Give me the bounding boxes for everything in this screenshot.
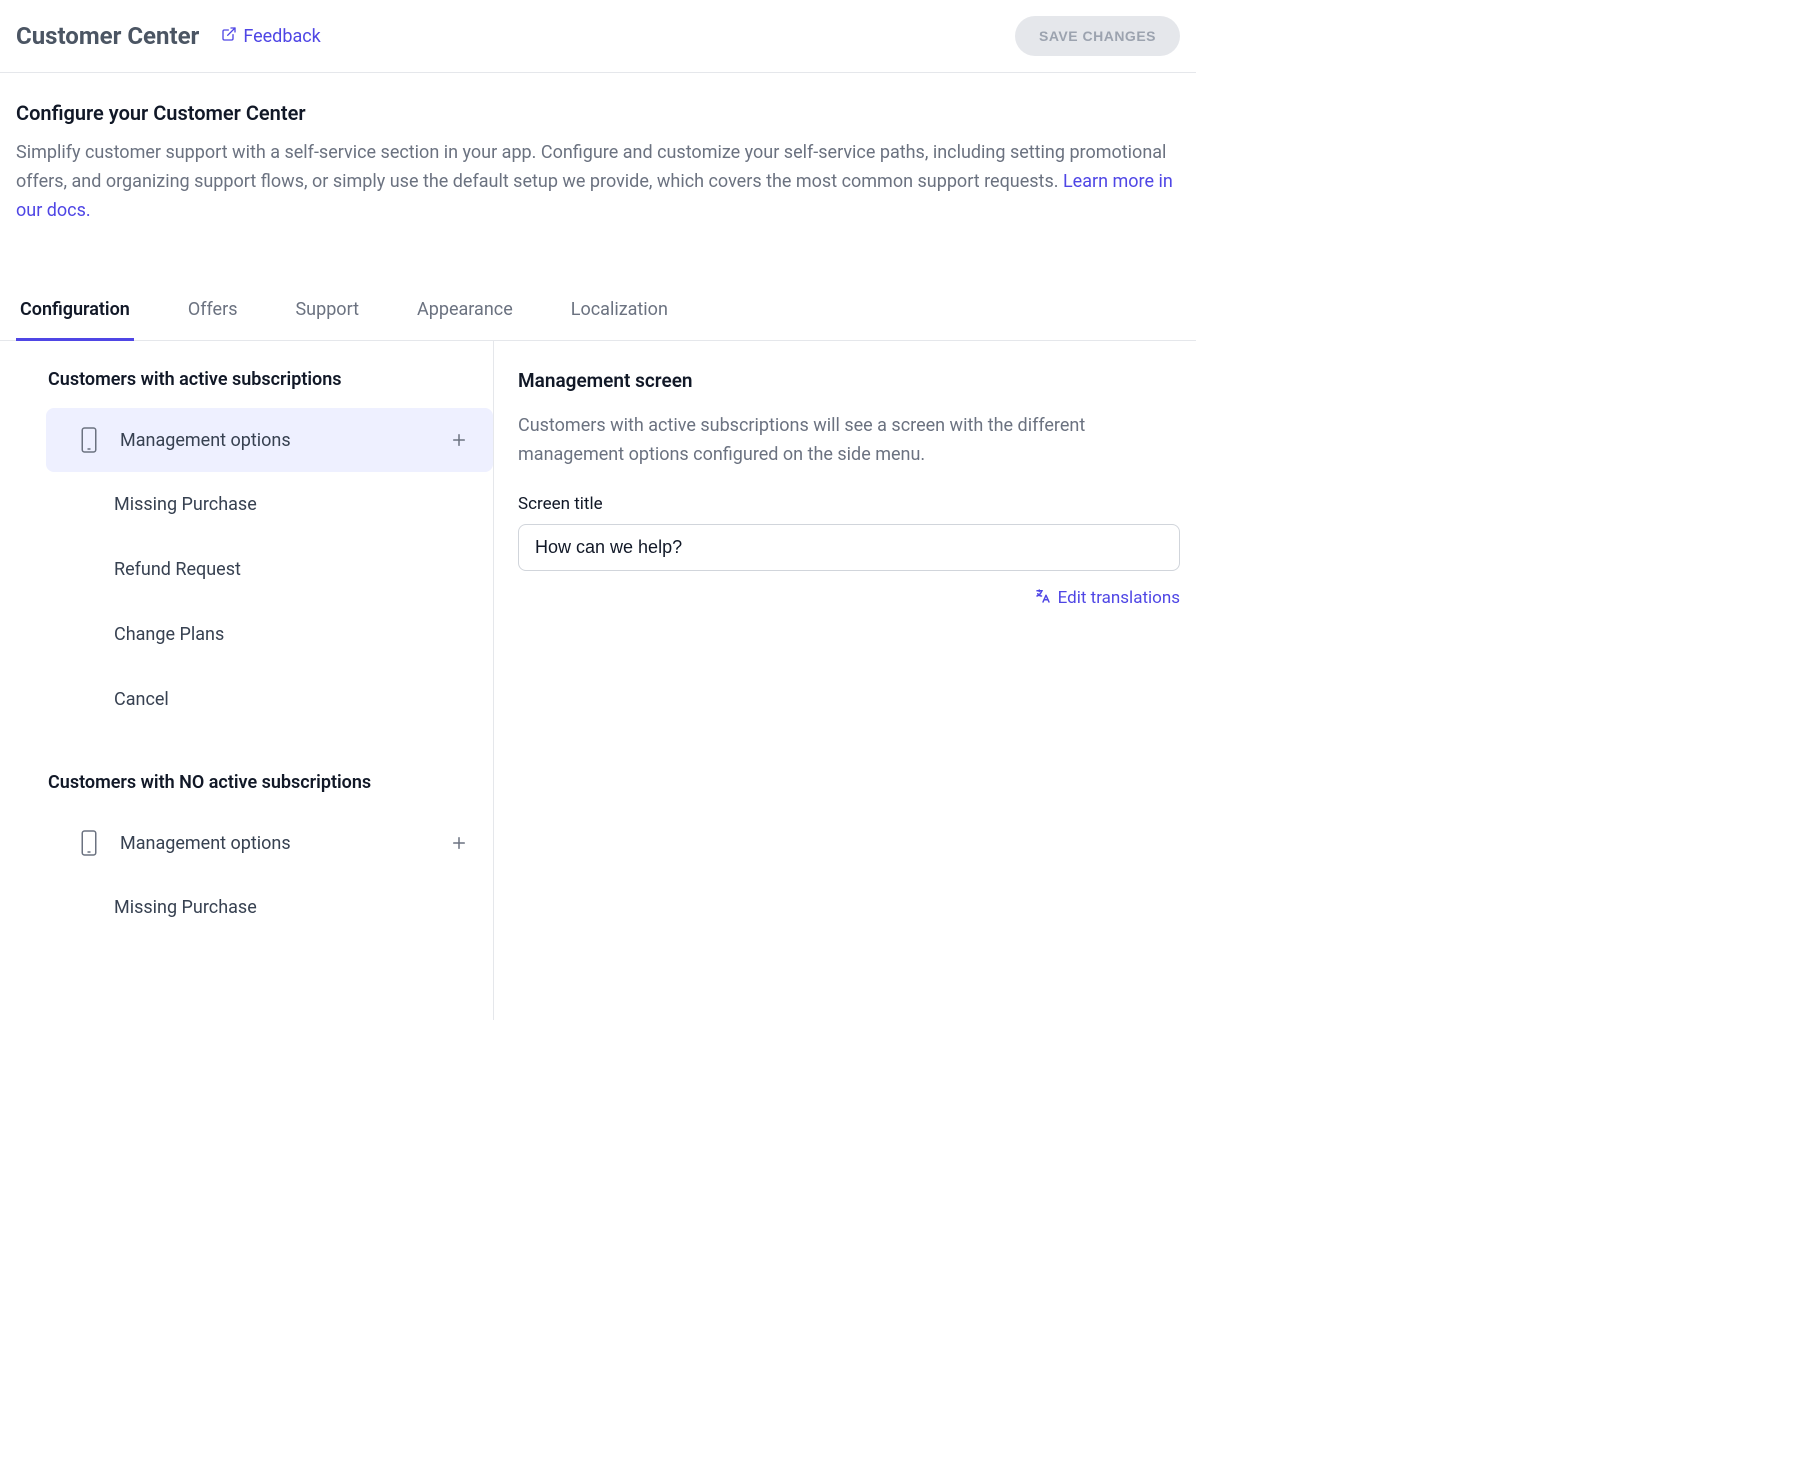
- sidebar-item-management-options-inactive[interactable]: Management options: [46, 811, 493, 875]
- feedback-label: Feedback: [243, 26, 320, 47]
- screen-title-input[interactable]: [518, 524, 1180, 571]
- detail-heading: Management screen: [518, 369, 1180, 392]
- tab-support[interactable]: Support: [291, 285, 363, 341]
- intro-heading: Configure your Customer Center: [16, 101, 1180, 125]
- sidebar-group-active: Customers with active subscriptions Mana…: [16, 369, 493, 732]
- add-option-button[interactable]: [449, 430, 469, 450]
- external-link-icon: [221, 26, 237, 47]
- tabs: Configuration Offers Support Appearance …: [0, 285, 1196, 341]
- intro-text: Simplify customer support with a self-se…: [16, 139, 1180, 225]
- sidebar-subitem-refund-request[interactable]: Refund Request: [16, 537, 493, 602]
- sidebar-subitem-cancel[interactable]: Cancel: [16, 667, 493, 732]
- phone-icon: [76, 829, 102, 857]
- intro-section: Configure your Customer Center Simplify …: [0, 73, 1196, 249]
- tab-localization[interactable]: Localization: [567, 285, 672, 341]
- screen-title-label: Screen title: [518, 494, 1180, 514]
- detail-panel: Management screen Customers with active …: [494, 341, 1180, 1020]
- edit-translations-link[interactable]: Edit translations: [518, 587, 1180, 610]
- sidebar-item-label: Management options: [120, 833, 449, 854]
- sidebar-section-title: Customers with NO active subscriptions: [16, 772, 493, 811]
- tab-appearance[interactable]: Appearance: [413, 285, 517, 341]
- intro-text-body: Simplify customer support with a self-se…: [16, 142, 1166, 192]
- edit-translations-label: Edit translations: [1058, 588, 1180, 608]
- tab-offers[interactable]: Offers: [184, 285, 242, 341]
- detail-description: Customers with active subscriptions will…: [518, 412, 1180, 470]
- sidebar-subitem-missing-purchase-2[interactable]: Missing Purchase: [16, 875, 493, 940]
- save-changes-button[interactable]: SAVE CHANGES: [1015, 16, 1180, 56]
- page-title: Customer Center: [16, 22, 199, 50]
- sidebar-section-title: Customers with active subscriptions: [16, 369, 493, 408]
- phone-icon: [76, 426, 102, 454]
- feedback-link[interactable]: Feedback: [221, 26, 320, 47]
- sidebar-group-inactive: Customers with NO active subscriptions M…: [16, 772, 493, 940]
- add-option-button[interactable]: [449, 833, 469, 853]
- sidebar: Customers with active subscriptions Mana…: [16, 341, 494, 1020]
- header-bar: Customer Center Feedback SAVE CHANGES: [0, 0, 1196, 73]
- sidebar-subitem-change-plans[interactable]: Change Plans: [16, 602, 493, 667]
- tab-configuration[interactable]: Configuration: [16, 285, 134, 341]
- translate-icon: [1034, 587, 1052, 610]
- sidebar-item-label: Management options: [120, 430, 449, 451]
- sidebar-item-management-options-active[interactable]: Management options: [46, 408, 493, 472]
- header-left: Customer Center Feedback: [16, 22, 321, 50]
- content-area: Customers with active subscriptions Mana…: [0, 341, 1196, 1020]
- sidebar-subitem-missing-purchase[interactable]: Missing Purchase: [16, 472, 493, 537]
